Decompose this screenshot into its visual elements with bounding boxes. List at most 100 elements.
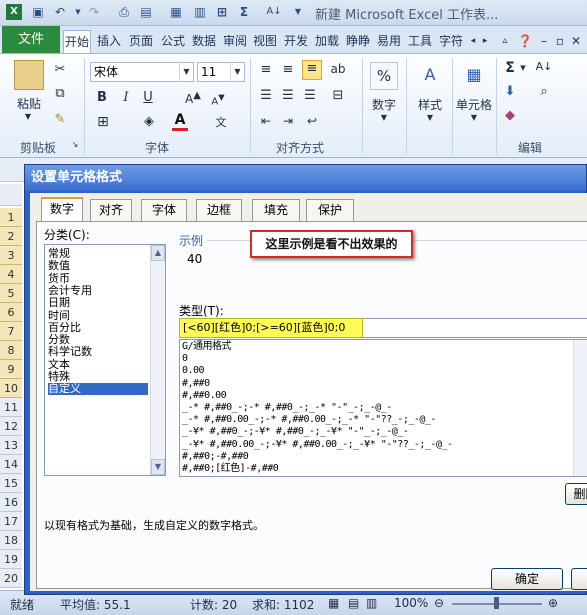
fill-icon[interactable]: ⬇ xyxy=(502,84,518,99)
row-header[interactable]: 1 xyxy=(0,208,22,227)
delete-button[interactable]: 删除 xyxy=(565,483,587,505)
font-color-icon[interactable]: A xyxy=(172,112,188,131)
zoom-slider-thumb[interactable] xyxy=(494,597,499,609)
row-header[interactable]: 10 xyxy=(0,379,22,398)
styles-button[interactable]: 样式 xyxy=(412,96,448,113)
category-item[interactable]: 数值 xyxy=(48,260,70,272)
paste-dropdown-icon[interactable]: ▼ xyxy=(20,112,36,121)
calendar-icon[interactable]: ▦ xyxy=(168,4,184,20)
tab-scroll-icon[interactable]: ◂ xyxy=(467,30,479,53)
tab-file[interactable]: 文件 xyxy=(2,26,60,53)
tab-view[interactable]: 视图 xyxy=(251,30,279,53)
undo-dropdown-icon[interactable]: ▼ xyxy=(70,4,86,20)
clipboard-launcher-icon[interactable]: ↘ xyxy=(70,140,80,149)
tab-protection[interactable]: 保护 xyxy=(306,199,354,221)
category-item[interactable]: 文本 xyxy=(48,358,70,371)
styles-dropdown-icon[interactable]: ▼ xyxy=(422,113,438,122)
row-header[interactable]: 18 xyxy=(0,531,22,550)
row-header[interactable]: 8 xyxy=(0,341,22,360)
page-break-icon[interactable]: ▥ xyxy=(366,596,377,610)
format-scrollbar[interactable] xyxy=(573,340,587,476)
sum-icon[interactable]: Σ xyxy=(236,4,252,20)
type-input-tail[interactable] xyxy=(363,318,587,338)
increase-indent-icon[interactable]: ⇥ xyxy=(280,114,296,128)
scroll-down-icon[interactable]: ▼ xyxy=(151,459,165,475)
cells-button[interactable]: 单元格 xyxy=(452,96,496,113)
increase-font-icon[interactable]: A▲ xyxy=(183,90,203,106)
format-list[interactable]: G/通用格式 0 0.00 #,##0 #,##0.00 _-* #,##0_-;-* #… xyxy=(179,339,587,477)
category-item[interactable]: 常规 xyxy=(48,248,70,260)
percent-icon[interactable]: % xyxy=(370,62,398,90)
row-header[interactable]: 11 xyxy=(0,398,22,417)
format-item[interactable]: _-¥* #,##0.00_-;-¥* #,##0.00_-;_-¥* "-"?… xyxy=(182,439,453,451)
form-icon[interactable]: ▤ xyxy=(138,4,154,20)
font-name-combo[interactable]: 宋体 ▼ xyxy=(90,62,194,82)
chevron-down-icon[interactable]: ▼ xyxy=(230,63,244,81)
scroll-up-icon[interactable]: ▲ xyxy=(151,245,165,261)
print-preview-icon[interactable]: ⎙ xyxy=(116,4,132,20)
row-header[interactable]: 9 xyxy=(0,360,22,379)
row-header[interactable]: 5 xyxy=(0,284,22,303)
category-item[interactable]: 货币 xyxy=(48,272,70,285)
category-scrollbar[interactable]: ▲ ▼ xyxy=(150,245,165,475)
autosum-dropdown-icon[interactable]: ▼ xyxy=(518,64,528,72)
wrap-text-icon[interactable]: ↩ xyxy=(304,114,320,128)
tab-data[interactable]: 数据 xyxy=(190,30,218,53)
fill-color-icon[interactable]: ◈ xyxy=(140,114,158,129)
format-item[interactable]: _-* #,##0.00_-;-* #,##0.00_-;_-* "-"??_-… xyxy=(182,414,436,426)
find-select-icon[interactable]: ⌕ xyxy=(534,84,554,99)
sort-icon[interactable]: A↓ xyxy=(266,4,282,20)
format-item[interactable]: _-* #,##0_-;-* #,##0_-;_-* "-"_-;_-@_- xyxy=(182,402,392,414)
underline-icon[interactable]: U xyxy=(140,90,156,105)
tab-page[interactable]: 页面 xyxy=(127,30,155,53)
type-input[interactable]: [<60][红色]0;[>=60][蓝色]0;0 xyxy=(179,318,363,338)
row-header[interactable]: 7 xyxy=(0,322,22,341)
tab-fill[interactable]: 填充 xyxy=(252,199,300,221)
paste-button[interactable]: 粘贴 xyxy=(14,95,44,112)
row-header[interactable]: 3 xyxy=(0,246,22,265)
cells-icon[interactable]: ▦ xyxy=(460,62,488,90)
category-item[interactable]: 百分比 xyxy=(48,321,81,334)
align-right-icon[interactable]: ☰ xyxy=(302,88,318,103)
format-item[interactable]: _-¥* #,##0_-;-¥* #,##0_-;_-¥* "-"_-;_-@_… xyxy=(182,426,409,438)
tab-developer[interactable]: 开发 xyxy=(282,30,310,53)
category-item[interactable]: 会计专用 xyxy=(48,284,92,297)
format-item[interactable]: #,##0.00 xyxy=(182,390,227,402)
bold-icon[interactable]: B xyxy=(94,90,110,105)
format-item[interactable]: 0 xyxy=(182,353,188,365)
tab-addins[interactable]: 加载 xyxy=(313,30,341,53)
tab-scroll-right-icon[interactable]: ▸ xyxy=(479,30,491,53)
format-item[interactable]: G/通用格式 xyxy=(182,341,232,353)
tab-font[interactable]: 字体 xyxy=(141,199,187,221)
italic-icon[interactable]: I xyxy=(118,90,134,105)
tab-review[interactable]: 审阅 xyxy=(221,30,249,53)
tab-chars[interactable]: 字符 xyxy=(437,30,465,53)
decrease-font-icon[interactable]: A▼ xyxy=(208,92,228,107)
help-icon[interactable]: ❓ xyxy=(516,30,534,53)
autosum-icon[interactable]: Σ xyxy=(502,60,518,76)
redo-icon[interactable]: ↷ xyxy=(86,4,102,20)
row-header[interactable]: 6 xyxy=(0,303,22,322)
tab-border[interactable]: 边框 xyxy=(196,199,242,221)
row-header[interactable]: 4 xyxy=(0,265,22,284)
clear-icon[interactable]: ◆ xyxy=(502,108,518,123)
tab-easy[interactable]: 易用 xyxy=(375,30,403,53)
row-header[interactable]: 19 xyxy=(0,550,22,569)
customize-toolbar-icon[interactable]: ▼ xyxy=(290,4,306,20)
align-bottom-icon[interactable]: ≡ xyxy=(302,60,322,80)
phonetic-icon[interactable]: 文 xyxy=(212,114,230,130)
cancel-button[interactable]: 取消 xyxy=(571,568,587,590)
decrease-indent-icon[interactable]: ⇤ xyxy=(258,114,274,128)
grid-icon[interactable]: ⊞ xyxy=(214,4,230,20)
format-painter-icon[interactable]: ✎ xyxy=(52,112,68,127)
align-left-icon[interactable]: ☰ xyxy=(258,88,274,103)
number-format-button[interactable]: 数字 xyxy=(366,96,402,113)
normal-view-icon[interactable]: ▦ xyxy=(328,596,339,610)
row-header[interactable]: 14 xyxy=(0,455,22,474)
row-header[interactable]: 15 xyxy=(0,474,22,493)
number-dropdown-icon[interactable]: ▼ xyxy=(376,113,392,122)
restore-window-icon[interactable]: ▫ xyxy=(553,30,567,53)
align-center-icon[interactable]: ☰ xyxy=(280,88,296,103)
undo-icon[interactable]: ↶ xyxy=(52,4,68,20)
row-header[interactable]: 2 xyxy=(0,227,22,246)
